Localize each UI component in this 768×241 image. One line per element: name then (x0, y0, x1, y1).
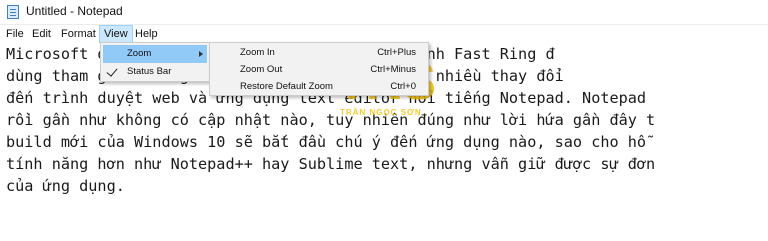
view-menu-dropdown: Zoom Status Bar (100, 42, 210, 82)
editor-line: tính năng hơn như Notepad++ hay Sublime … (6, 155, 656, 173)
menu-item-zoom-in[interactable]: Zoom In Ctrl+Plus (212, 44, 426, 61)
menu-item-zoom-out[interactable]: Zoom Out Ctrl+Minus (212, 61, 426, 78)
menu-view[interactable]: View (99, 25, 133, 43)
submenu-arrow-icon (199, 51, 203, 57)
menu-bar: File Edit Format View Help (0, 25, 768, 43)
menu-item-restore-zoom[interactable]: Restore Default Zoom Ctrl+0 (212, 78, 426, 95)
menu-item-zoom-label: Zoom (127, 48, 152, 59)
zoom-in-shortcut: Ctrl+Plus (377, 47, 416, 58)
restore-zoom-shortcut: Ctrl+0 (390, 81, 416, 92)
window-title: Untitled - Notepad (26, 4, 123, 18)
checkmark-icon (106, 65, 118, 77)
editor-line: rồi gần như không có cập nhật nào, tuy n… (6, 111, 656, 129)
menu-item-status-bar-label: Status Bar (127, 66, 172, 77)
menu-edit[interactable]: Edit (28, 25, 55, 43)
menu-item-status-bar[interactable]: Status Bar (103, 63, 207, 81)
notepad-icon (7, 5, 19, 19)
menu-file[interactable]: File (2, 25, 28, 43)
menu-help[interactable]: Help (131, 25, 162, 43)
editor-line: build mới của Windows 10 sẽ bắt đầu chú … (6, 133, 647, 151)
menu-format[interactable]: Format (57, 25, 100, 43)
zoom-out-label: Zoom Out (240, 64, 283, 75)
zoom-out-shortcut: Ctrl+Minus (370, 64, 416, 75)
zoom-in-label: Zoom In (240, 47, 275, 58)
restore-zoom-label: Restore Default Zoom (240, 81, 333, 92)
title-bar: Untitled - Notepad (0, 0, 768, 25)
zoom-submenu: Zoom In Ctrl+Plus Zoom Out Ctrl+Minus Re… (209, 42, 429, 96)
menu-item-zoom[interactable]: Zoom (103, 45, 207, 63)
editor-line: của ứng dụng. (6, 177, 125, 195)
